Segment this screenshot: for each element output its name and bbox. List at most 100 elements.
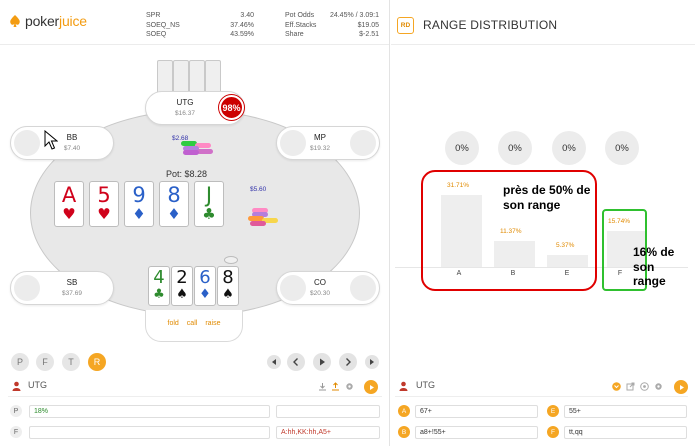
option-input-b[interactable]: a8+!55+ — [415, 426, 538, 439]
avatar — [350, 275, 376, 301]
play-icon — [679, 384, 684, 390]
option-badge-b: B — [398, 426, 410, 438]
copy-icon[interactable] — [640, 382, 649, 391]
chevron-right-icon — [346, 358, 351, 366]
download-icon[interactable] — [318, 382, 327, 391]
mouse-cursor-icon — [44, 130, 58, 150]
user-icon — [399, 381, 408, 391]
next-button[interactable] — [339, 353, 357, 371]
fold-button[interactable]: fold — [168, 320, 179, 341]
seat-co-name: CO — [314, 278, 326, 287]
option-input-f[interactable]: tt,qq — [564, 426, 687, 439]
board-card: J ♣ — [194, 181, 224, 227]
pot-amount: Pot: $8.28 — [166, 169, 208, 179]
zero-pct-circle: 0% — [445, 131, 479, 165]
action-bar: fold call raise — [145, 310, 243, 342]
seat-sb-stack: $37.69 — [62, 290, 82, 297]
street-river-button[interactable]: R — [88, 353, 106, 371]
board-card: 9 ♦ — [124, 181, 154, 227]
upload-icon[interactable] — [331, 382, 340, 391]
brand-name: pokerjuice — [25, 13, 87, 29]
chip-stack-icon — [248, 208, 280, 226]
skip-back-button[interactable] — [267, 355, 281, 369]
zero-pct-circle: 0% — [552, 131, 586, 165]
gear-icon[interactable] — [654, 382, 663, 391]
seat-mp-name: MP — [314, 133, 326, 142]
seat-co-stack: $20.30 — [310, 290, 330, 297]
board-card: 5 ♥ — [89, 181, 119, 227]
stat-share: Share $-2.51 — [285, 31, 379, 38]
play-icon — [320, 358, 325, 366]
previous-button[interactable] — [287, 353, 305, 371]
avatar — [14, 275, 40, 301]
street-preflop-button[interactable]: P — [11, 353, 29, 371]
range-input[interactable] — [29, 426, 270, 439]
utg-card-back — [205, 60, 221, 94]
hero-card: 8 ♠ — [217, 266, 239, 306]
red-annotation-text: près de 50% de son range — [503, 183, 591, 212]
panel-divider — [389, 0, 390, 446]
row-label-p: P — [10, 405, 22, 417]
run-button[interactable] — [674, 380, 688, 394]
spade-logo-icon — [10, 15, 20, 27]
chevron-down-icon[interactable] — [612, 382, 621, 391]
run-button[interactable] — [364, 380, 378, 394]
right-player-label: UTG — [416, 380, 435, 390]
board-card: 8 ♦ — [159, 181, 189, 227]
panel-title: RANGE DISTRIBUTION — [423, 18, 558, 32]
row-divider — [8, 396, 382, 397]
zero-pct-circle: 0% — [498, 131, 532, 165]
avatar — [350, 130, 376, 156]
dealer-button-icon — [224, 256, 238, 264]
stats-block-left: SPR 3.40 SOEQ_NS 37.46% SOEQ 43.59% — [146, 11, 254, 40]
seat-sb[interactable]: SB $37.69 — [10, 271, 114, 305]
stat-soeq-ns: SOEQ_NS 37.46% — [146, 21, 254, 29]
row-divider — [395, 396, 688, 397]
seat-mp[interactable]: MP $19.32 — [276, 126, 380, 160]
user-icon — [12, 381, 21, 391]
option-input-a[interactable]: 67+ — [415, 405, 538, 418]
utg-card-back — [157, 60, 173, 94]
option-input-e[interactable]: 55+ — [564, 405, 687, 418]
play-button[interactable] — [313, 353, 331, 371]
mp-bet-amount: $5.60 — [250, 186, 267, 193]
hero-card: 2 ♠ — [171, 266, 193, 306]
external-link-icon[interactable] — [626, 382, 635, 391]
chip-stack-icon — [181, 141, 213, 155]
range-input[interactable] — [276, 405, 380, 418]
play-icon — [369, 384, 374, 390]
seat-utg-stack: $16.37 — [175, 110, 195, 117]
green-annotation-text: 16% de son range — [633, 245, 675, 288]
hero-card: 4 ♣ — [148, 266, 170, 306]
skip-forward-button[interactable] — [365, 355, 379, 369]
skip-forward-icon — [370, 359, 374, 365]
call-button[interactable]: call — [187, 320, 198, 341]
range-input[interactable]: A:hh,KK:hh,A5+ — [276, 426, 380, 439]
pokerjuice-logo: pokerjuice — [8, 13, 87, 29]
seat-bb[interactable]: BB $7.40 — [10, 126, 114, 160]
raise-button[interactable]: raise — [205, 320, 220, 341]
left-player-label: UTG — [28, 380, 47, 390]
street-flop-button[interactable]: F — [36, 353, 54, 371]
avatar — [14, 130, 40, 156]
stat-soeq: SOEQ 43.59% — [146, 31, 254, 38]
option-badge-f: F — [547, 426, 559, 438]
rd-badge: RD — [397, 17, 414, 34]
street-turn-button[interactable]: T — [62, 353, 80, 371]
range-input[interactable]: 18% — [29, 405, 270, 418]
stat-eff-stacks: Eff.Stacks $19.05 — [285, 21, 379, 29]
zero-pct-circle: 0% — [605, 131, 639, 165]
seat-sb-name: SB — [66, 278, 78, 287]
title-divider — [391, 44, 695, 45]
row-label-f: F — [10, 426, 22, 438]
stats-block-right: Pot Odds 24.45% / 3.09:1 Eff.Stacks $19.05… — [285, 11, 379, 40]
option-badge-e: E — [547, 405, 559, 417]
stat-spr: SPR 3.40 — [146, 12, 254, 19]
stat-pot-odds: Pot Odds 24.45% / 3.09:1 — [285, 12, 379, 19]
utg-card-back — [173, 60, 189, 94]
utg-card-back — [189, 60, 205, 94]
seat-co[interactable]: CO $20.30 — [276, 271, 380, 305]
equity-badge: 98% — [219, 95, 244, 120]
option-badge-a: A — [398, 405, 410, 417]
gear-icon[interactable] — [345, 382, 354, 391]
